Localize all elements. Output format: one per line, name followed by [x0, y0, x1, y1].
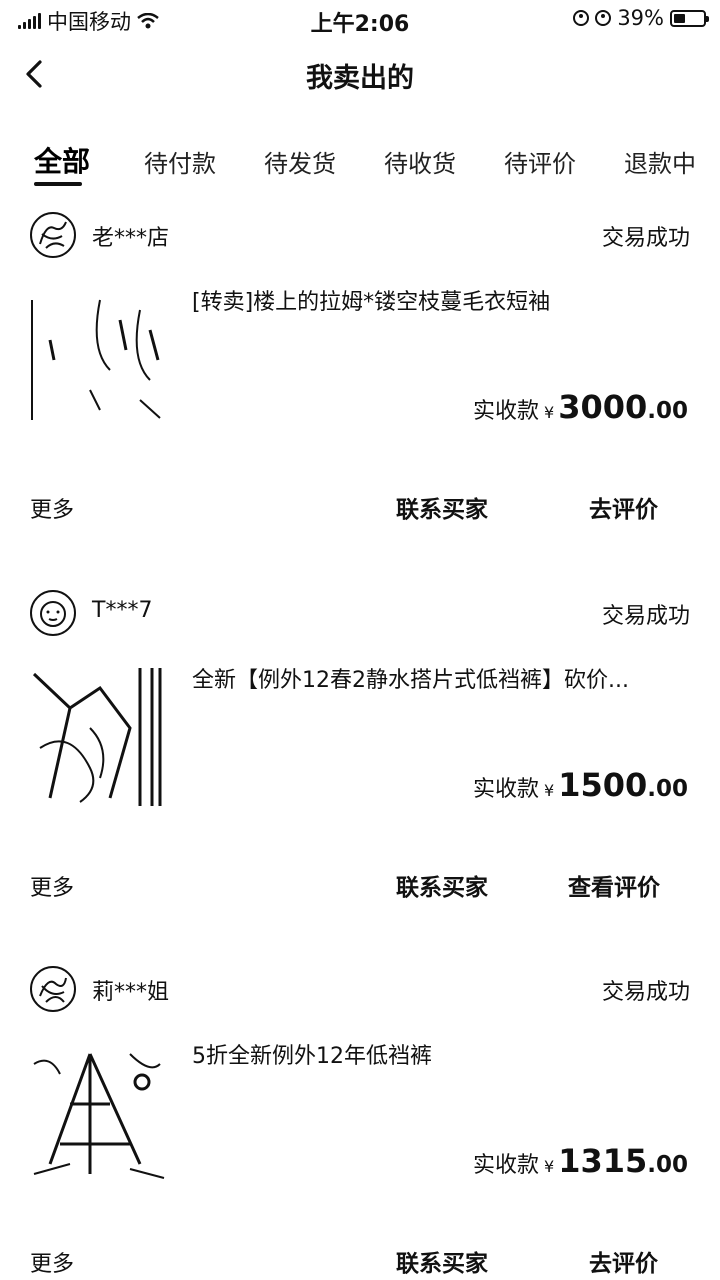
price: 实收款 ¥ 1315 .00 — [473, 1142, 688, 1180]
avatar[interactable] — [30, 590, 76, 636]
contact-buyer-button[interactable]: 联系买家 — [396, 490, 488, 524]
view-review-button[interactable]: 查看评价 — [568, 868, 660, 902]
status-badge: 交易成功 — [601, 604, 690, 629]
status-badge: 交易成功 — [601, 226, 690, 251]
tab-refunding[interactable]: 退款中 — [624, 144, 696, 179]
avatar[interactable] — [30, 212, 76, 258]
status-right: 39% — [573, 6, 709, 30]
status-badge: 交易成功 — [601, 980, 690, 1005]
battery-percent: 39% — [617, 6, 664, 30]
seller-name[interactable]: 莉***姐 — [92, 974, 169, 1006]
price-integer: 3000 — [558, 388, 648, 426]
price: 实收款 ¥ 3000 .00 — [473, 388, 688, 426]
more-button[interactable]: 更多 — [30, 870, 74, 902]
contact-buyer-button[interactable]: 联系买家 — [396, 1244, 488, 1278]
tab-indicator — [34, 182, 82, 186]
product-image[interactable] — [30, 1044, 168, 1182]
seller-name[interactable]: T***7 — [92, 598, 152, 623]
tab-bar: 全部 待付款 待发货 待收货 待评价 退款中 — [0, 140, 720, 186]
price-label: 实收款 — [472, 777, 539, 802]
currency-symbol: ¥ — [544, 403, 555, 422]
product-title[interactable]: 5折全新例外12年低裆裤 — [192, 1038, 682, 1070]
price-label: 实收款 — [472, 1153, 539, 1178]
more-button[interactable]: 更多 — [30, 492, 74, 524]
tab-pending-shipment[interactable]: 待发货 — [264, 144, 336, 179]
price-label: 实收款 — [472, 399, 539, 424]
product-title[interactable]: [转卖]楼上的拉姆*镂空枝蔓毛衣短袖 — [192, 284, 682, 316]
price-decimal: .00 — [647, 398, 688, 424]
price-decimal: .00 — [647, 1152, 688, 1178]
currency-symbol: ¥ — [544, 781, 555, 800]
more-button[interactable]: 更多 — [30, 1246, 74, 1278]
review-button[interactable]: 去评价 — [589, 1244, 658, 1278]
avatar[interactable] — [30, 966, 76, 1012]
alarm-icon — [595, 10, 612, 26]
battery-fill — [674, 13, 685, 23]
seller-name[interactable]: 老***店 — [92, 220, 169, 252]
price-integer: 1315 — [558, 1142, 648, 1180]
price-integer: 1500 — [558, 766, 648, 804]
battery-icon — [670, 9, 709, 27]
tab-all[interactable]: 全部 — [34, 140, 90, 180]
status-bar: 中国移动 上午2:06 39% — [0, 0, 720, 38]
contact-buyer-button[interactable]: 联系买家 — [396, 868, 488, 902]
review-button[interactable]: 去评价 — [589, 490, 658, 524]
nav-bar: 我卖出的 — [0, 46, 720, 106]
page-title: 我卖出的 — [306, 63, 414, 94]
tab-pending-payment[interactable]: 待付款 — [144, 144, 216, 179]
tab-pending-receipt[interactable]: 待收货 — [384, 144, 456, 179]
price: 实收款 ¥ 1500 .00 — [473, 766, 688, 804]
tab-pending-review[interactable]: 待评价 — [504, 144, 576, 179]
price-decimal: .00 — [647, 776, 688, 802]
product-image[interactable] — [30, 290, 168, 428]
product-image[interactable] — [30, 668, 168, 806]
orientation-lock-icon — [573, 10, 590, 26]
product-title[interactable]: 全新【例外12春2静水搭片式低裆裤】砍价... — [192, 662, 682, 694]
currency-symbol: ¥ — [544, 1157, 555, 1176]
